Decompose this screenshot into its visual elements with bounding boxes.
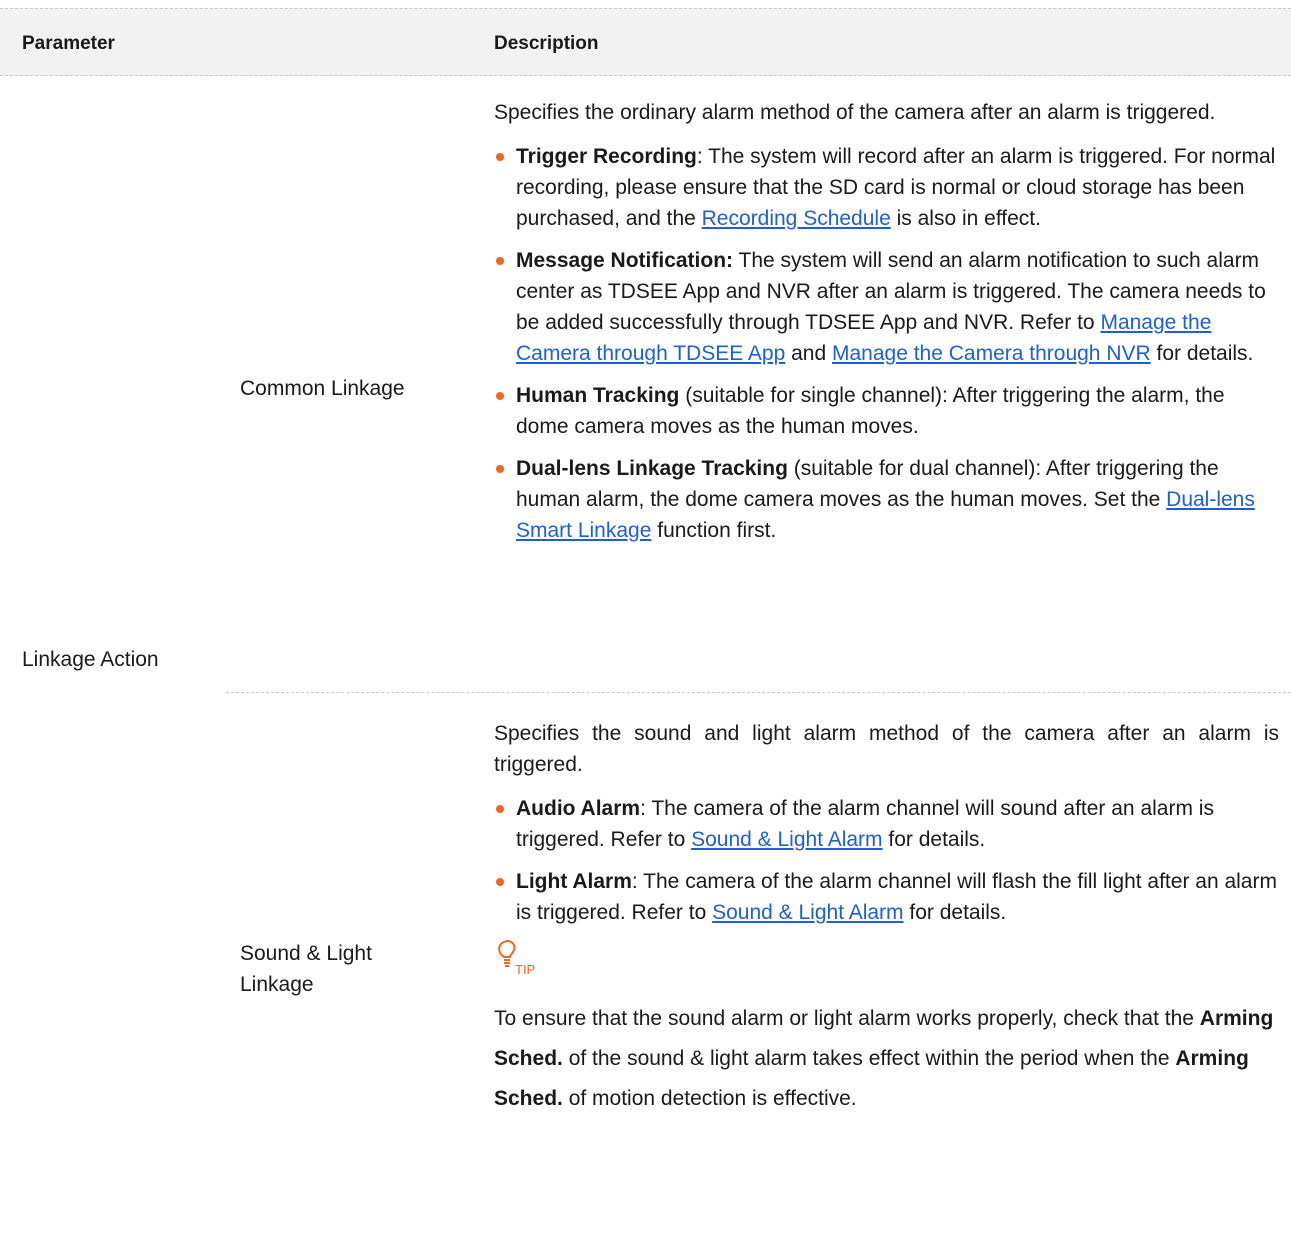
sub-parameter-common-linkage: Common Linkage — [240, 377, 405, 400]
sound-light-intro: Specifies the sound and light alarm meth… — [494, 722, 1279, 776]
tip-callout: TIP — [494, 939, 1279, 977]
message-notification-text-after: for details. — [1150, 342, 1254, 365]
tip-text: To ensure that the sound alarm or light … — [494, 999, 1279, 1119]
bullet-icon — [496, 878, 504, 886]
description-common-linkage: Specifies the ordinary alarm method of t… — [494, 97, 1279, 557]
sub-parameter-sound-light-linkage: Sound & Light Linkage — [240, 942, 372, 996]
term-human-tracking: Human Tracking — [516, 384, 680, 407]
row-divider — [226, 692, 1291, 693]
bullet-icon — [496, 392, 504, 400]
light-alarm-text-after: for details. — [903, 901, 1007, 924]
bullet-icon — [496, 257, 504, 265]
link-recording-schedule[interactable]: Recording Schedule — [702, 207, 891, 230]
link-sound-light-alarm[interactable]: Sound & Light Alarm — [712, 901, 903, 924]
tip-text-1: To ensure that the sound alarm or light … — [494, 1007, 1200, 1030]
term-message-notification: Message Notification: — [516, 249, 734, 272]
bullet-icon — [496, 805, 504, 813]
tip-text-3: of motion detection is effective. — [562, 1087, 857, 1110]
parameter-table: Parameter Description Linkage Action Com… — [0, 0, 1291, 1234]
dual-lens-tracking-text-after: function first. — [651, 519, 777, 542]
parameter-name: Linkage Action — [22, 648, 159, 671]
table-header-row: Parameter Description — [0, 8, 1291, 76]
list-item-message-notification: Message Notification: The system will se… — [494, 245, 1279, 369]
description-sound-light-linkage: Specifies the sound and light alarm meth… — [494, 718, 1279, 1119]
header-description: Description — [494, 33, 599, 54]
term-audio-alarm: Audio Alarm — [516, 797, 641, 820]
tip-text-2: of the sound & light alarm takes effect … — [562, 1047, 1176, 1070]
bullet-icon — [496, 153, 504, 161]
common-linkage-intro: Specifies the ordinary alarm method of t… — [494, 101, 1216, 124]
message-notification-text-mid: and — [785, 342, 832, 365]
term-dual-lens-tracking: Dual-lens Linkage Tracking — [516, 457, 788, 480]
list-item-human-tracking: Human Tracking (suitable for single chan… — [494, 380, 1279, 442]
list-item-light-alarm: Light Alarm: The camera of the alarm cha… — [494, 866, 1279, 928]
list-item-dual-lens-tracking: Dual-lens Linkage Tracking (suitable for… — [494, 453, 1279, 546]
link-manage-camera-nvr[interactable]: Manage the Camera through NVR — [832, 342, 1151, 365]
term-light-alarm: Light Alarm — [516, 870, 632, 893]
term-trigger-recording: Trigger Recording — [516, 145, 697, 168]
bullet-icon — [496, 465, 504, 473]
list-item-audio-alarm: Audio Alarm: The camera of the alarm cha… — [494, 793, 1279, 855]
link-sound-light-alarm[interactable]: Sound & Light Alarm — [691, 828, 882, 851]
tip-label: TIP — [515, 962, 536, 977]
header-parameter: Parameter — [22, 33, 115, 54]
trigger-recording-text-after: is also in effect. — [890, 207, 1041, 230]
audio-alarm-text-after: for details. — [882, 828, 986, 851]
list-item-trigger-recording: Trigger Recording: The system will recor… — [494, 141, 1279, 234]
